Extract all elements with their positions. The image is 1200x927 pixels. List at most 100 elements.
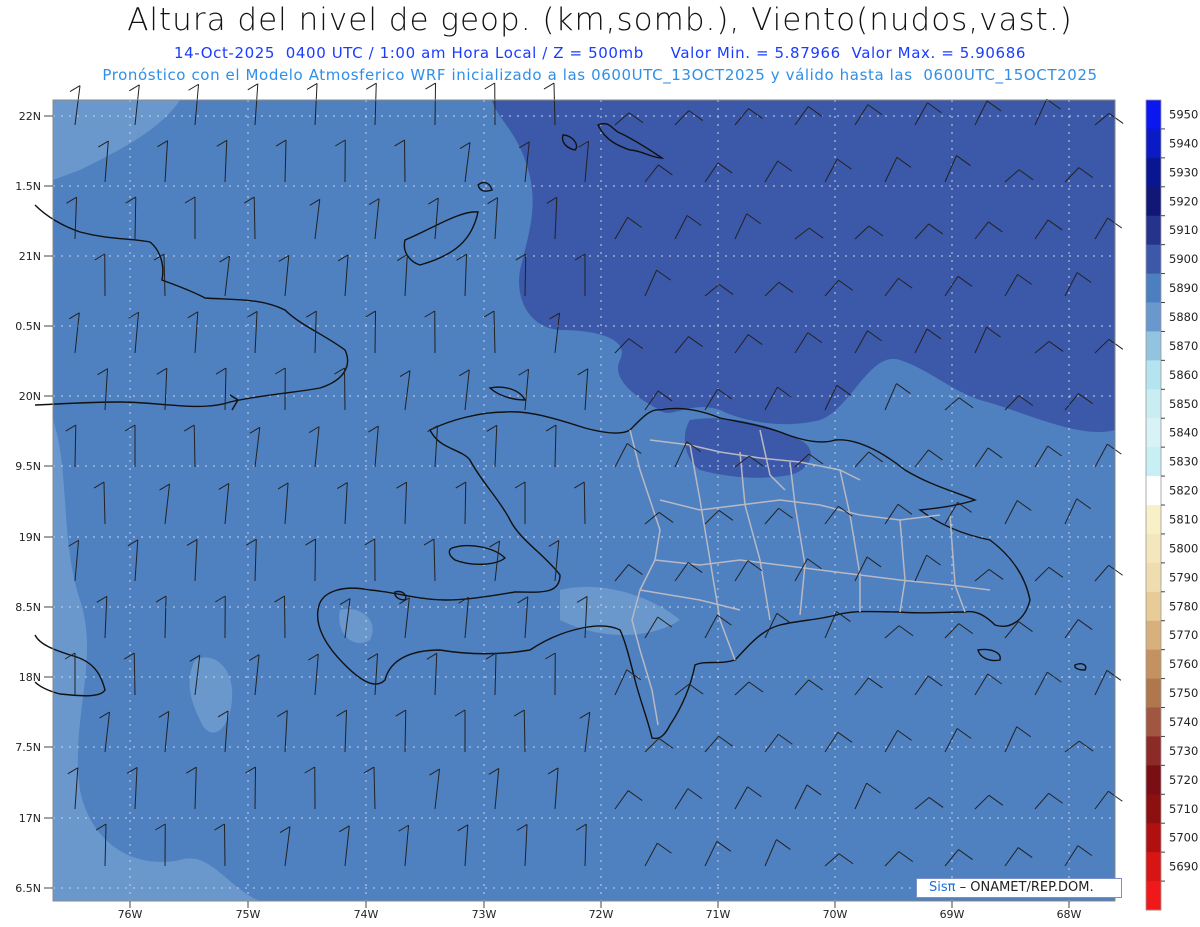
lon-tick-label: 69W [940,908,965,921]
colorbar-swatch [1146,823,1161,853]
colorbar-tick-label: 5940 [1169,136,1198,150]
colorbar-swatch [1146,302,1161,332]
lat-tick-label: 7.5N [15,741,41,754]
lat-tick-label: 1.5N [15,180,41,193]
lat-tick-label: 8.5N [15,601,41,614]
colorbar-swatch [1146,186,1161,217]
colorbar-tick-label: 5930 [1169,165,1198,179]
colorbar-swatch [1146,620,1161,651]
longitude-axis: 76W 75W 74W 73W 72W 71W 70W 69W 68W [118,901,1082,921]
wind-barb-flag [188,83,199,91]
colorbar-swatch [1146,852,1161,882]
colorbar-swatch [1146,736,1161,766]
colorbar-swatch [1146,244,1161,275]
colorbar-swatch [1146,649,1161,680]
colorbar-tick-label: 5750 [1169,686,1198,700]
credit-text: – ONAMET/REP.DOM. [955,880,1094,895]
wind-barb-staff [434,83,437,126]
colorbar-swatch [1146,100,1161,130]
colorbar-swatch [1146,881,1161,911]
wind-barb-staff [403,140,406,183]
colorbar-tick-label: 5810 [1169,512,1198,526]
credit-box: Sisπ – ONAMET/REP.DOM. [916,878,1122,898]
colorbar-swatch [1146,389,1161,419]
colorbar-tick-label: 5710 [1169,802,1198,816]
colorbar-swatch [1146,678,1161,708]
colorbar-tick-label: 5880 [1169,310,1198,324]
lat-tick-label: 17N [19,812,41,825]
colorbar-swatch [1146,591,1161,622]
lat-tick-label: 21N [19,250,41,263]
colorbar-tick-label: 5760 [1169,657,1198,671]
colorbar-swatch [1146,215,1161,246]
lat-tick-label: 0.5N [15,320,41,333]
lon-tick-label: 74W [354,908,379,921]
wind-barb-staff [343,368,346,411]
wind-barb-staff [254,767,257,810]
colorbar-tick-label: 5950 [1169,107,1198,121]
sispi-logo: Sisπ [929,880,956,895]
wind-barb-flag [69,85,81,92]
colorbar-tick-label: 5830 [1169,455,1198,469]
colorbar-tick-label: 5730 [1169,744,1198,758]
colorbar-swatch [1146,707,1161,737]
colorbar-swatch [1146,128,1161,159]
colorbar-tick-label: 5840 [1169,426,1198,440]
colorbar-tick-label: 5800 [1169,541,1198,555]
colorbar-tick-label: 5910 [1169,223,1198,237]
colorbar-tick-label: 5920 [1169,194,1198,208]
colorbar-tick-label: 5890 [1169,281,1198,295]
lon-tick-label: 73W [472,908,497,921]
lon-tick-label: 72W [589,908,614,921]
colorbar-swatch [1146,331,1161,361]
colorbar-tick-label: 5740 [1169,715,1198,729]
colorbar-swatch [1146,562,1161,593]
colorbar-swatch [1146,360,1161,390]
lon-tick-label: 71W [706,908,731,921]
colorbar-tick-label: 5870 [1169,339,1198,353]
wind-barb-staff [223,824,226,867]
colorbar-swatch [1146,418,1161,448]
latitude-axis: 22N 1.5N 21N 0.5N 20N 9.5N 19N 8.5N 18N 7.5N 17N 6.… [15,110,53,895]
wind-barb-staff [314,539,317,582]
colorbar-swatch [1146,273,1161,303]
wind-barb-flag [366,82,377,90]
colorbar-tick-label: 5900 [1169,252,1198,266]
colorbar-tick-label: 5790 [1169,570,1198,584]
colorbar-tick-label: 5770 [1169,628,1198,642]
wind-barb-flag [247,83,259,91]
lat-tick-label: 19N [19,531,41,544]
forecast-map: 22N 1.5N 21N 0.5N 20N 9.5N 19N 8.5N 18N 7.5N 17N 6.… [15,82,1198,921]
colorbar-tick-label: 5720 [1169,773,1198,787]
lon-tick-label: 75W [236,908,261,921]
lat-tick-label: 20N [19,390,41,403]
colorbar-tick-label: 5860 [1169,368,1198,382]
lon-tick-label: 76W [118,908,143,921]
colorbar-swatch [1146,476,1161,506]
colorbar-tick-label: 5690 [1169,860,1198,874]
wind-barb-flag [129,84,140,92]
lat-tick-label: 6.5N [15,882,41,895]
colorbar: 5950 5940 5930 5920 5910 5900 5890 5880 5870 5860… [1145,99,1198,911]
lon-tick-label: 70W [823,908,848,921]
lat-tick-label: 18N [19,671,41,684]
wind-barb-flag [484,82,496,90]
colorbar-swatch [1146,447,1161,477]
colorbar-swatch [1146,505,1161,535]
lon-tick-label: 68W [1057,908,1082,921]
colorbar-swatch [1146,157,1161,188]
wind-barb-flag [425,82,436,90]
colorbar-swatch [1146,794,1161,824]
wind-barb-flag [543,82,555,90]
colorbar-swatch [1146,533,1161,564]
colorbar-tick-label: 5700 [1169,831,1198,845]
colorbar-tick-label: 5820 [1169,484,1198,498]
lat-tick-label: 22N [19,110,41,123]
wind-barb-staff [374,311,377,354]
colorbar-tick-label: 5850 [1169,397,1198,411]
lat-tick-label: 9.5N [15,460,41,473]
colorbar-tick-label: 5780 [1169,599,1198,613]
wind-barb-flag [306,82,318,90]
colorbar-swatch [1146,765,1161,795]
wind-barb-staff [283,596,286,639]
